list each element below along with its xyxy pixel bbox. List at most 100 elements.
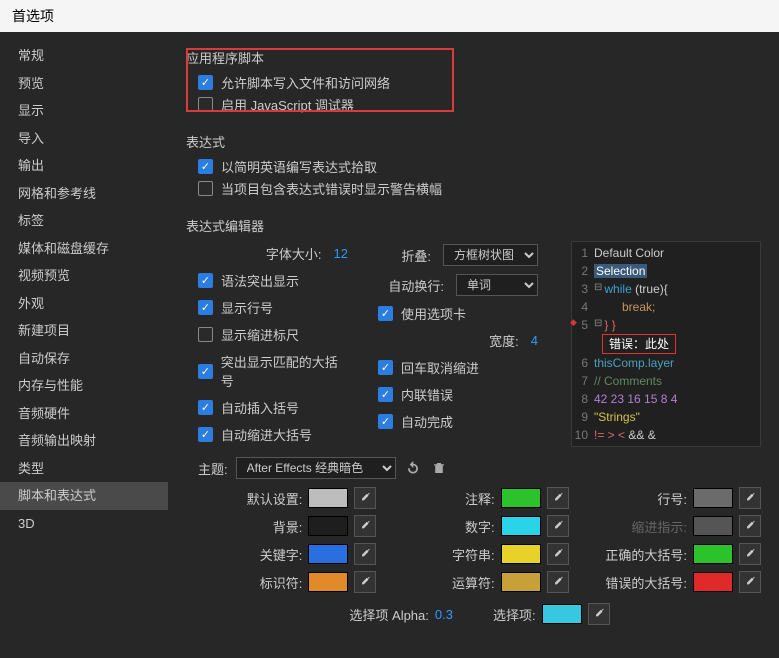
color-swatch[interactable] xyxy=(501,572,541,592)
undo-icon[interactable] xyxy=(404,459,422,477)
pick-english-checkbox[interactable] xyxy=(198,159,213,174)
eyedropper-icon[interactable] xyxy=(354,571,376,593)
sidebar-item[interactable]: 3D xyxy=(0,510,168,538)
sidebar-item[interactable]: 内存与性能 xyxy=(0,372,168,400)
color-swatch[interactable] xyxy=(501,516,541,536)
alpha-label: 选择项 Alpha: xyxy=(349,605,428,624)
auto-bracket-label: 自动插入括号 xyxy=(221,398,299,417)
color-label: 标识符: xyxy=(260,573,303,592)
color-label: 数字: xyxy=(465,517,495,536)
eyedropper-icon[interactable] xyxy=(354,543,376,565)
width-value[interactable]: 4 xyxy=(531,333,538,348)
sidebar-item[interactable]: 标签 xyxy=(0,207,168,235)
color-swatch[interactable] xyxy=(308,488,348,508)
eyedropper-icon[interactable] xyxy=(354,487,376,509)
sidebar-item[interactable]: 预览 xyxy=(0,70,168,98)
pick-english-label: 以简明英语编写表达式拾取 xyxy=(221,157,377,176)
fold-select[interactable]: 方框树状图 xyxy=(443,244,538,266)
eyedropper-icon[interactable] xyxy=(739,515,761,537)
eyedropper-icon[interactable] xyxy=(547,515,569,537)
sidebar-item[interactable]: 音频硬件 xyxy=(0,400,168,428)
trash-icon[interactable] xyxy=(430,459,448,477)
expressions-title: 表达式 xyxy=(186,132,761,151)
code-preview: 1Default Color 2Selection 3⊟while (true)… xyxy=(571,241,761,447)
color-swatch[interactable] xyxy=(693,572,733,592)
wrap-label: 自动换行: xyxy=(388,276,448,295)
inline-err-label: 内联错误 xyxy=(401,385,453,404)
enable-debugger-label: 启用 JavaScript 调试器 xyxy=(221,95,354,114)
sidebar-item[interactable]: 脚本和表达式 xyxy=(0,482,168,510)
sidebar-item[interactable]: 媒体和磁盘缓存 xyxy=(0,235,168,263)
syntax-hl-checkbox[interactable] xyxy=(198,273,213,288)
eyedropper-icon[interactable] xyxy=(547,487,569,509)
selection-label: 选择项: xyxy=(493,605,536,624)
hl-brace-checkbox[interactable] xyxy=(198,364,213,379)
font-size-value[interactable]: 12 xyxy=(334,246,348,261)
color-label: 字符串: xyxy=(452,545,495,564)
color-label: 错误的大括号: xyxy=(605,573,687,592)
selection-swatch[interactable] xyxy=(542,604,582,624)
app-scripts-group: 应用程序脚本 允许脚本写入文件和访问网络 启用 JavaScript 调试器 xyxy=(186,48,761,114)
expressions-group: 表达式 以简明英语编写表达式拾取 当项目包含表达式错误时显示警告横幅 xyxy=(186,132,761,198)
sidebar-item[interactable]: 网格和参考线 xyxy=(0,180,168,208)
theme-label: 主题: xyxy=(198,459,228,478)
sidebar-item[interactable]: 外观 xyxy=(0,290,168,318)
sidebar-item[interactable]: 输出 xyxy=(0,152,168,180)
color-label: 行号: xyxy=(657,489,687,508)
auto-bracket-checkbox[interactable] xyxy=(198,400,213,415)
sidebar-item[interactable]: 音频输出映射 xyxy=(0,427,168,455)
hl-brace-label: 突出显示匹配的大括号 xyxy=(221,352,348,390)
theme-select[interactable]: After Effects 经典暗色 xyxy=(236,457,396,479)
eyedropper-icon[interactable] xyxy=(588,603,610,625)
sidebar-item[interactable]: 视频预览 xyxy=(0,262,168,290)
syntax-hl-label: 语法突出显示 xyxy=(221,271,299,290)
sidebar-item[interactable]: 新建项目 xyxy=(0,317,168,345)
show-banner-checkbox[interactable] xyxy=(198,181,213,196)
auto-indent-brace-checkbox[interactable] xyxy=(198,427,213,442)
allow-write-checkbox[interactable] xyxy=(198,75,213,90)
unindent-return-checkbox[interactable] xyxy=(378,360,393,375)
eyedropper-icon[interactable] xyxy=(547,571,569,593)
use-tabs-checkbox[interactable] xyxy=(378,306,393,321)
color-label: 注释: xyxy=(465,489,495,508)
color-label: 运算符: xyxy=(452,573,495,592)
color-swatch[interactable] xyxy=(693,516,733,536)
sidebar-item[interactable]: 常规 xyxy=(0,42,168,70)
sidebar-item[interactable]: 显示 xyxy=(0,97,168,125)
window-titlebar: 首选项 xyxy=(0,0,779,32)
color-label: 默认设置: xyxy=(247,489,303,508)
autocomplete-checkbox[interactable] xyxy=(378,414,393,429)
color-swatch[interactable] xyxy=(693,544,733,564)
eyedropper-icon[interactable] xyxy=(547,543,569,565)
eyedropper-icon[interactable] xyxy=(354,515,376,537)
allow-write-label: 允许脚本写入文件和访问网络 xyxy=(221,73,390,92)
editor-group: 表达式编辑器 字体大小:12 语法突出显示 显示行号 显示缩进标尺 突出显示匹配… xyxy=(186,216,761,625)
alpha-value[interactable]: 0.3 xyxy=(435,607,453,622)
show-indent-rule-checkbox[interactable] xyxy=(198,327,213,342)
width-label: 宽度: xyxy=(489,331,523,350)
show-lineno-checkbox[interactable] xyxy=(198,300,213,315)
unindent-return-label: 回车取消缩进 xyxy=(401,358,479,377)
enable-debugger-checkbox[interactable] xyxy=(198,97,213,112)
color-swatch[interactable] xyxy=(308,572,348,592)
error-badge: 错误：此处 xyxy=(602,334,676,354)
sidebar-item[interactable]: 导入 xyxy=(0,125,168,153)
eyedropper-icon[interactable] xyxy=(739,487,761,509)
wrap-select[interactable]: 单词 xyxy=(456,274,538,296)
use-tabs-label: 使用选项卡 xyxy=(401,304,466,323)
editor-title: 表达式编辑器 xyxy=(186,216,761,235)
eyedropper-icon[interactable] xyxy=(739,571,761,593)
app-scripts-title: 应用程序脚本 xyxy=(186,48,761,67)
color-swatch[interactable] xyxy=(308,516,348,536)
color-grid: 默认设置:注释:行号:背景:数字:缩进指示:关键字:字符串:正确的大括号:标识符… xyxy=(198,487,761,593)
color-swatch[interactable] xyxy=(693,488,733,508)
preferences-panel: 应用程序脚本 允许脚本写入文件和访问网络 启用 JavaScript 调试器 表… xyxy=(168,32,779,658)
fold-label: 折叠: xyxy=(401,246,435,265)
sidebar-item[interactable]: 自动保存 xyxy=(0,345,168,373)
eyedropper-icon[interactable] xyxy=(739,543,761,565)
color-swatch[interactable] xyxy=(501,544,541,564)
color-swatch[interactable] xyxy=(501,488,541,508)
color-swatch[interactable] xyxy=(308,544,348,564)
inline-err-checkbox[interactable] xyxy=(378,387,393,402)
sidebar-item[interactable]: 类型 xyxy=(0,455,168,483)
